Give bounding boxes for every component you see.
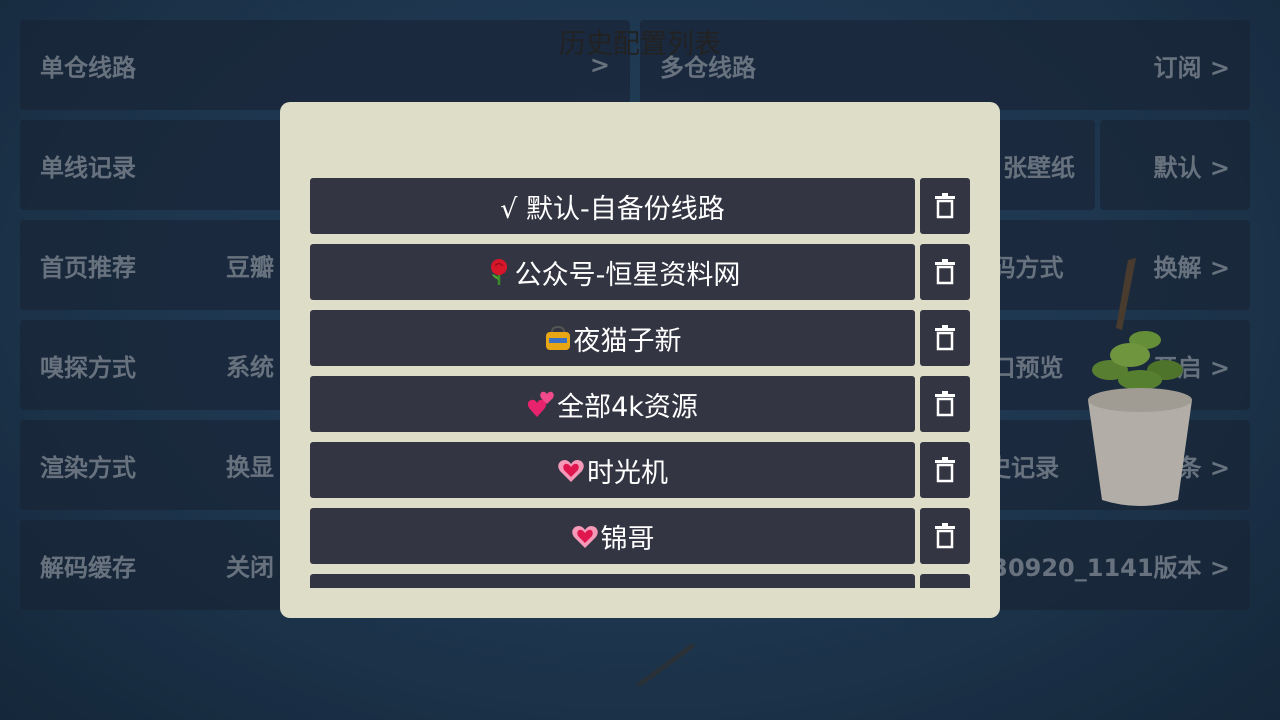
bag-icon — [545, 325, 570, 350]
config-item-button[interactable]: 锦哥 — [310, 508, 915, 564]
config-item-label: √ 默认-自备份线路 — [500, 193, 725, 225]
delete-button[interactable] — [920, 442, 970, 498]
config-item-label: 时光机 — [587, 457, 668, 489]
history-config-dialog: 历史配置列表 √ 默认-自备份线路 公众号-恒星资料网 夜猫子新 全部4k资源 … — [280, 29, 1000, 618]
rose-icon — [490, 259, 507, 285]
delete-button[interactable] — [920, 178, 970, 234]
trash-icon — [935, 325, 955, 351]
config-item-label: 公众号-恒星资料网 — [514, 259, 741, 291]
list-item: 夜猫子新 — [310, 310, 970, 366]
list-item: 全部4k资源 — [310, 376, 970, 432]
history-config-list[interactable]: √ 默认-自备份线路 公众号-恒星资料网 夜猫子新 全部4k资源 时光机 锦哥 — [310, 178, 970, 588]
list-item: 公众号-恒星资料网 — [310, 244, 970, 300]
config-item-button[interactable]: 时光机 — [310, 442, 915, 498]
delete-button[interactable] — [920, 310, 970, 366]
trash-icon — [935, 391, 955, 417]
delete-button[interactable] — [920, 244, 970, 300]
heart-icon — [558, 460, 584, 482]
list-item — [310, 574, 970, 588]
list-item: 锦哥 — [310, 508, 970, 564]
config-item-label: 全部4k资源 — [557, 391, 698, 423]
config-item-button[interactable]: 公众号-恒星资料网 — [310, 244, 915, 300]
config-item-label: 锦哥 — [600, 523, 655, 555]
trash-icon — [935, 259, 955, 285]
delete-button[interactable] — [920, 574, 970, 588]
dialog-title: 历史配置列表 — [559, 29, 721, 60]
two-hearts-icon — [527, 391, 554, 417]
delete-button[interactable] — [920, 376, 970, 432]
config-item-button[interactable]: √ 默认-自备份线路 — [310, 178, 915, 234]
heart-icon — [571, 526, 598, 548]
config-item-button[interactable]: 夜猫子新 — [310, 310, 915, 366]
config-item-button[interactable] — [310, 574, 915, 588]
list-item: 时光机 — [310, 442, 970, 498]
trash-icon — [935, 193, 955, 219]
list-item: √ 默认-自备份线路 — [310, 178, 970, 234]
config-item-button[interactable]: 全部4k资源 — [310, 376, 915, 432]
config-item-label: 夜猫子新 — [573, 325, 682, 357]
trash-icon — [935, 523, 955, 549]
delete-button[interactable] — [920, 508, 970, 564]
trash-icon — [935, 457, 955, 483]
